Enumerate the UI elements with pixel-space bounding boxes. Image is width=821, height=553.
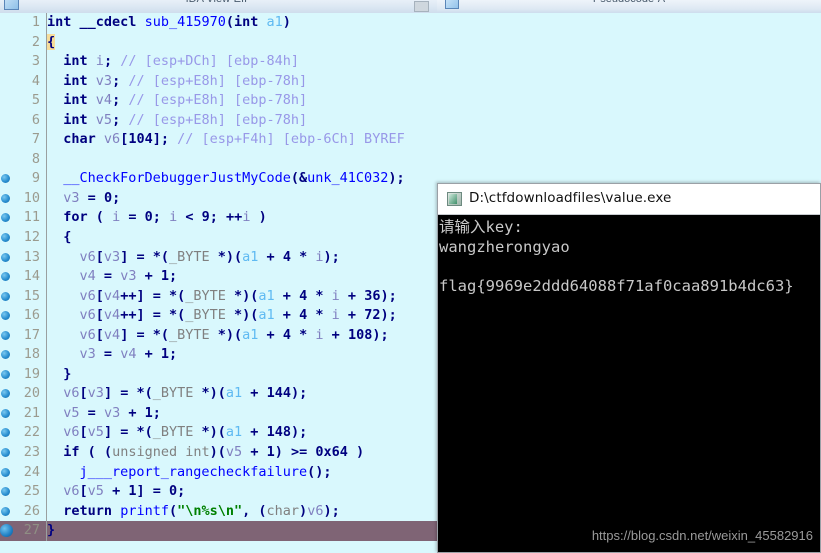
pseudocode-window-titlebar[interactable]: Pseudocode-A (437, 0, 821, 14)
line-number: 8 (31, 150, 40, 167)
code-line[interactable]: 15 v6[v4++] = *(_BYTE *)(a1 + 4 * i + 36… (0, 286, 437, 307)
console-output-line: wangzherongyao (439, 237, 570, 256)
code-line-text: } (63, 365, 72, 382)
console-output-line: 请输入key: (439, 218, 523, 236)
code-line-text: for ( i = 0; i < 9; ++i ) (63, 209, 267, 226)
code-line[interactable]: 17 v6[v4] = *(_BYTE *)(a1 + 4 * i + 108)… (0, 325, 437, 346)
code-line[interactable]: 12 { (0, 228, 437, 248)
code-line-text: { (63, 229, 72, 246)
line-number: 20 (23, 385, 40, 402)
code-editor-area[interactable]: 1 int __cdecl sub_415970(int a1) 2 { 3 i… (0, 13, 437, 553)
pseudocode-window-title: Pseudocode-A (437, 0, 821, 5)
code-line-text: v6[v4++] = *(_BYTE *)(a1 + 4 * i + 36); (79, 287, 397, 304)
code-line[interactable]: 6 int v5; // [esp+E8h] [ebp-78h] (0, 110, 437, 131)
watermark-text: https://blog.csdn.net/weixin_45582916 (591, 528, 813, 543)
code-line[interactable]: 8 (0, 149, 437, 170)
line-number: 18 (23, 346, 40, 363)
code-line[interactable]: 11 for ( i = 0; i < 9; ++i ) (0, 208, 437, 229)
code-line[interactable]: 18 v3 = v4 + 1; (0, 345, 437, 365)
line-number: 6 (31, 111, 40, 128)
code-line[interactable]: 19 } (0, 364, 437, 385)
line-number: 14 (23, 268, 40, 285)
code-line[interactable]: 5 int v4; // [esp+E8h] [ebp-78h] (0, 91, 437, 111)
line-number: 15 (23, 287, 40, 304)
code-line-text: __CheckForDebuggerJustMyCode(&unk_41C032… (63, 170, 405, 187)
line-number: 22 (23, 424, 40, 441)
line-number: 12 (23, 229, 40, 246)
line-number: 4 (31, 72, 40, 89)
code-line[interactable]: 2 { (0, 32, 437, 53)
console-window: D:\ctfdownloadfiles\value.exe 请输入key: wa… (437, 183, 821, 553)
code-line-text: v4 = v3 + 1; (79, 268, 178, 285)
code-line-text: v6[v4] = *(_BYTE *)(a1 + 4 * i + 108); (79, 326, 389, 343)
code-line-text: if ( (unsigned int)(v5 + 1) >= 0x64 ) (63, 444, 365, 461)
line-number: 23 (23, 444, 40, 461)
code-line[interactable]: 22 v6[v5] = *(_BYTE *)(a1 + 148); (0, 423, 437, 444)
code-line-text: v3 = 0; (63, 189, 121, 206)
code-line[interactable]: 20 v6[v3] = *(_BYTE *)(a1 + 144); (0, 384, 437, 404)
minimize-button[interactable] (414, 1, 429, 12)
line-number: 11 (23, 209, 40, 226)
line-number: 9 (31, 170, 40, 187)
console-window-title: D:\ctfdownloadfiles\value.exe (469, 190, 672, 206)
code-line[interactable]: 13 v6[v3] = *(_BYTE *)(a1 + 4 * i); (0, 247, 437, 268)
code-line-current[interactable]: 27 } (0, 521, 437, 541)
line-number: 17 (23, 326, 40, 343)
line-number: 27 (23, 522, 40, 539)
console-titlebar[interactable]: D:\ctfdownloadfiles\value.exe (438, 184, 820, 215)
code-line[interactable]: 21 v5 = v3 + 1; (0, 403, 437, 424)
code-line-text: v6[v3] = *(_BYTE *)(a1 + 4 * i); (79, 248, 340, 265)
line-number: 10 (23, 189, 40, 206)
code-line-text: v6[v4++] = *(_BYTE *)(a1 + 4 * i + 72); (79, 307, 397, 324)
code-line-text: return printf("\n%s\n", (char)v6); (63, 502, 340, 519)
code-line-text: int __cdecl sub_415970(int a1) (47, 14, 291, 30)
code-line-text: v3 = v4 + 1; (79, 346, 178, 363)
code-line[interactable]: 23 if ( (unsigned int)(v5 + 1) >= 0x64 ) (0, 443, 437, 463)
code-line-text: int v5; // [esp+E8h] [ebp-78h] (63, 111, 308, 128)
code-line[interactable]: 1 int __cdecl sub_415970(int a1) (0, 13, 437, 33)
code-line-text: int v3; // [esp+E8h] [ebp-78h] (63, 72, 308, 89)
ida-window-titlebar[interactable]: IDA View-EIP (0, 0, 437, 14)
line-number: 3 (31, 53, 40, 70)
line-number: 7 (31, 131, 40, 148)
code-line-text: } (47, 522, 56, 539)
console-output-line-blank (439, 257, 820, 277)
console-output-area[interactable]: 请输入key: wangzherongyao flag{9969e2ddd640… (438, 215, 820, 552)
line-number: 26 (23, 502, 40, 519)
code-line[interactable]: 16 v6[v4++] = *(_BYTE *)(a1 + 4 * i + 72… (0, 306, 437, 326)
line-number: 16 (23, 307, 40, 324)
code-line-text: { (47, 33, 56, 50)
background-fill (437, 13, 821, 183)
code-line[interactable]: 24 j___report_rangecheckfailure(); (0, 462, 437, 483)
code-line-text: int i; // [esp+DCh] [ebp-84h] (63, 53, 300, 70)
code-line[interactable]: 25 v6[v5 + 1] = 0; (0, 482, 437, 502)
code-line[interactable]: 9 __CheckForDebuggerJustMyCode(&unk_41C0… (0, 169, 437, 189)
line-number: 13 (23, 248, 40, 265)
ida-window-title: IDA View-EIP (0, 0, 437, 5)
line-number: 1 (31, 14, 40, 30)
line-number: 21 (23, 404, 40, 421)
line-number: 2 (31, 33, 40, 50)
line-number: 5 (31, 92, 40, 109)
code-line[interactable]: 7 char v6[104]; // [esp+F4h] [ebp-6Ch] B… (0, 130, 437, 150)
code-line[interactable]: 14 v4 = v3 + 1; (0, 267, 437, 287)
code-line-text: v5 = v3 + 1; (63, 404, 161, 421)
code-line-text: v6[v3] = *(_BYTE *)(a1 + 144); (63, 385, 308, 402)
console-icon (447, 192, 462, 206)
code-line[interactable]: 26 return printf("\n%s\n", (char)v6); (0, 501, 437, 522)
code-line-text: v6[v5 + 1] = 0; (63, 483, 186, 500)
code-line-text: j___report_rangecheckfailure(); (79, 463, 332, 480)
code-line-text: char v6[104]; // [esp+F4h] [ebp-6Ch] BYR… (63, 131, 405, 148)
ida-pseudocode-window: IDA View-EIP 1 int __cdecl sub_415970(in… (0, 0, 437, 553)
code-line[interactable]: 3 int i; // [esp+DCh] [ebp-84h] (0, 52, 437, 72)
code-line-text: v6[v5] = *(_BYTE *)(a1 + 148); (63, 424, 308, 441)
line-number: 25 (23, 483, 40, 500)
code-line[interactable]: 10 v3 = 0; (0, 188, 437, 209)
code-line[interactable]: 4 int v3; // [esp+E8h] [ebp-78h] (0, 71, 437, 92)
line-number: 19 (23, 365, 40, 382)
console-output-flag: flag{9969e2ddd64088f71af0caa891b4dc63} (439, 276, 794, 295)
code-line-text: int v4; // [esp+E8h] [ebp-78h] (63, 92, 308, 109)
line-number: 24 (23, 463, 40, 480)
